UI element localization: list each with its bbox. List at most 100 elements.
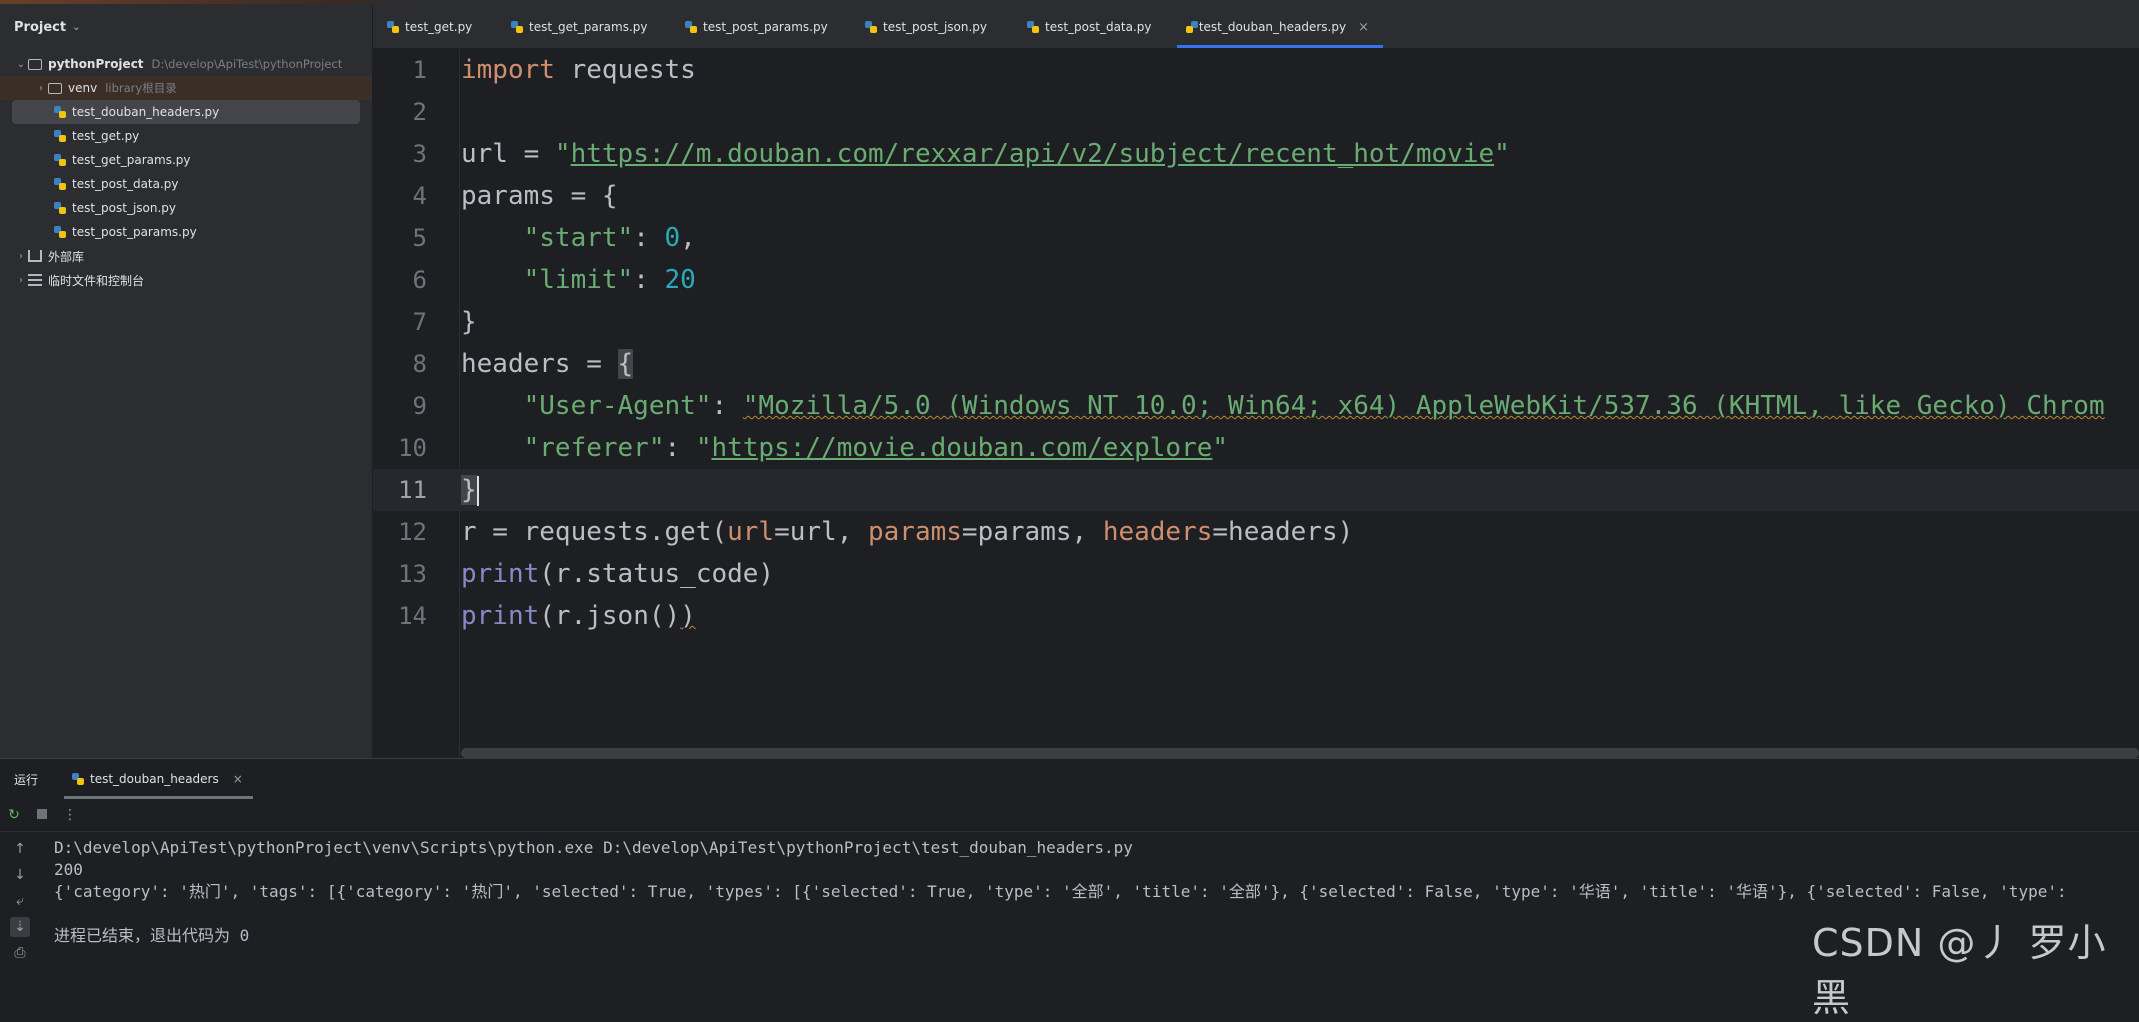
line-number: 11 (398, 476, 427, 504)
line-number: 3 (412, 140, 427, 168)
run-tab-label: test_douban_headers (90, 772, 219, 786)
code-token: : (711, 391, 743, 421)
scroll-down-icon[interactable]: ↓ (14, 865, 26, 885)
horizontal-scrollbar[interactable] (461, 748, 2139, 758)
rerun-icon[interactable]: ↻ (0, 807, 28, 823)
python-file-icon (72, 773, 85, 785)
tree-file-item[interactable]: test_douban_headers.py (12, 100, 360, 124)
number-token: 0 (664, 223, 681, 253)
watermark: CSDN @丿 罗小黑 (1812, 921, 2107, 1020)
code-line[interactable]: 5 "start": 0, (373, 217, 2139, 259)
tree-file-item[interactable]: test_post_params.py (0, 220, 372, 244)
code-line[interactable]: 8 headers = { (373, 343, 2139, 385)
file-name: test_post_data.py (72, 177, 179, 191)
tree-venv-folder[interactable]: › venv library根目录 (0, 76, 372, 100)
tab-label: test_post_params.py (703, 20, 828, 34)
code-line[interactable]: 14 print(r.json()) (373, 595, 2139, 637)
tree-file-item[interactable]: test_get_params.py (0, 148, 372, 172)
run-panel-title: 运行 (14, 772, 39, 787)
code-line[interactable]: 3 url = "https://m.douban.com/rexxar/api/… (373, 133, 2139, 175)
url-string-token[interactable]: https://movie.douban.com/explore (711, 433, 1212, 463)
line-number: 10 (398, 434, 427, 462)
line-number: 5 (412, 224, 427, 252)
python-file-icon (54, 130, 66, 142)
code-line[interactable]: 4 params = { (373, 175, 2139, 217)
project-view-selector[interactable]: Project ⌄ (14, 20, 80, 35)
folder-icon (28, 58, 42, 70)
tab-test-post-json[interactable]: test_post_json.py (851, 6, 1013, 48)
tab-test-post-params[interactable]: test_post_params.py (671, 6, 851, 48)
tab-test-post-data[interactable]: test_post_data.py (1013, 6, 1177, 48)
file-name: test_get.py (72, 129, 140, 143)
string-token: " (695, 433, 712, 463)
venv-folder-name: venv (68, 81, 98, 95)
python-file-icon (865, 21, 877, 33)
tab-label: test_get.py (405, 20, 473, 34)
code-line[interactable]: 12 r = requests.get(url=url, params=param… (373, 511, 2139, 553)
tree-file-item[interactable]: test_get.py (0, 124, 372, 148)
code-line[interactable]: 13 print(r.status_code) (373, 553, 2139, 595)
line-number: 4 (412, 182, 427, 210)
project-sidebar: Project ⌄ ⌄ pythonProject D:\develop\Api… (0, 6, 373, 758)
line-number: 2 (412, 98, 427, 126)
tab-test-get[interactable]: test_get.py (373, 6, 497, 48)
tree-file-item[interactable]: test_post_data.py (0, 172, 372, 196)
chevron-down-icon: ⌄ (72, 22, 81, 33)
param-token: params (868, 517, 962, 547)
tab-label: test_get_params.py (529, 20, 648, 34)
venv-folder-hint: library根目录 (105, 81, 177, 95)
scroll-up-icon[interactable]: ↑ (14, 839, 26, 859)
print-icon[interactable]: ⎙ (14, 943, 25, 963)
code-line[interactable]: 7} (373, 301, 2139, 343)
console-line: D:\develop\ApiTest\pythonProject\venv\Sc… (54, 838, 1133, 857)
code-token: requests (554, 55, 696, 85)
code-editor[interactable]: 1 import requests 2 3 url = "https://m.dou… (373, 49, 2139, 758)
code-line[interactable]: 2 (373, 91, 2139, 133)
url-string-token[interactable]: https://m.douban.com/rexxar/api/v2/subje… (571, 139, 1495, 169)
console-line: {'category': '热门', 'tags': [{'category':… (54, 882, 2067, 901)
console-line: 200 (54, 860, 83, 879)
string-token: " (554, 139, 571, 169)
run-config-tab[interactable]: test_douban_headers × (64, 759, 253, 799)
code-token: =params, (961, 517, 1103, 547)
chevron-right-icon[interactable]: › (14, 275, 28, 286)
file-name: test_post_params.py (72, 225, 197, 239)
line-number: 6 (412, 266, 427, 294)
tab-test-douban-headers[interactable]: test_douban_headers.py × (1177, 6, 1383, 48)
code-line[interactable]: 6 "limit": 20 (373, 259, 2139, 301)
code-line[interactable]: 9 "User-Agent": "Mozilla/5.0 (Windows NT… (373, 385, 2139, 427)
console-side-toolbar: ↑ ↓ ⤶ ⇣ ⎙ (0, 831, 40, 988)
code-line[interactable]: 10 "referer": "https://movie.douban.com/… (373, 427, 2139, 469)
chevron-down-icon[interactable]: ⌄ (14, 59, 28, 70)
folder-icon (48, 82, 62, 94)
file-name: test_post_json.py (72, 201, 177, 215)
tab-test-get-params[interactable]: test_get_params.py (497, 6, 671, 48)
tree-root-folder[interactable]: ⌄ pythonProject D:\develop\ApiTest\pytho… (0, 52, 372, 76)
run-panel-header: 运行 test_douban_headers × (0, 759, 2139, 799)
code-token: ) (680, 601, 696, 631)
scratches-icon (28, 274, 42, 286)
code-line[interactable]: 1 import requests (373, 49, 2139, 91)
python-file-icon (1027, 21, 1039, 33)
stop-button[interactable] (28, 807, 56, 823)
tree-file-item[interactable]: test_post_json.py (0, 196, 372, 220)
chevron-right-icon[interactable]: › (34, 83, 48, 94)
code-token: =headers) (1212, 517, 1354, 547)
tree-external-libraries[interactable]: › 外部库 (0, 244, 372, 268)
code-token: =url, (774, 517, 868, 547)
more-options-icon[interactable]: ⋮ (56, 807, 84, 823)
code-line-current[interactable]: 11} (373, 469, 2139, 511)
tree-scratches[interactable]: › 临时文件和控制台 (0, 268, 372, 292)
string-token: " (1494, 139, 1510, 169)
close-icon[interactable]: × (233, 772, 243, 786)
soft-wrap-icon[interactable]: ⤶ (16, 891, 24, 911)
matched-brace: } (461, 475, 477, 505)
matched-brace: { (617, 349, 634, 379)
line-number: 9 (412, 392, 427, 420)
scroll-to-end-icon[interactable]: ⇣ (10, 917, 30, 937)
code-token: r = requests.get( (461, 517, 728, 547)
run-toolbar: ↻ ⋮ (0, 799, 2139, 832)
tab-label: test_post_data.py (1045, 20, 1152, 34)
chevron-right-icon[interactable]: › (14, 251, 28, 262)
close-icon[interactable]: × (1358, 20, 1369, 35)
